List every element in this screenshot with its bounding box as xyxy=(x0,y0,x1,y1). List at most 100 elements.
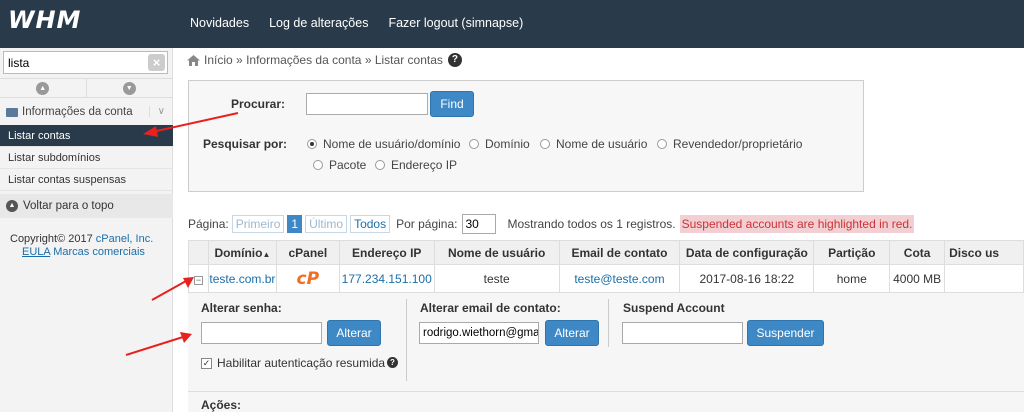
breadcrumb-separator: » xyxy=(236,53,243,67)
column-header-email[interactable]: Email de contato xyxy=(558,240,681,265)
page-first[interactable]: Primeiro xyxy=(231,215,285,233)
sidebar-item-list-accounts[interactable]: Listar contas xyxy=(0,125,173,147)
whm-logo[interactable]: WHM xyxy=(8,6,81,34)
digest-auth-label: Habilitar autenticação resumida xyxy=(217,356,386,370)
chevron-down-icon[interactable]: ∨ xyxy=(148,106,165,117)
nav-changelog-link[interactable]: Log de alterações xyxy=(269,16,368,30)
showing-records-text: Mostrando todos os 1 registros. xyxy=(507,217,676,231)
breadcrumb-separator: » xyxy=(364,53,372,67)
column-header-partition[interactable]: Partição xyxy=(813,240,891,265)
breadcrumb-current: Listar contas xyxy=(374,53,443,67)
trademarks-link[interactable]: Marcas comerciais xyxy=(53,246,145,258)
divider xyxy=(406,299,407,381)
arrow-up-icon: ▲ xyxy=(6,200,18,212)
chevron-up-icon: ▲ xyxy=(36,81,50,95)
column-header-setup-date[interactable]: Data de configuração xyxy=(679,240,815,265)
page-current[interactable]: 1 xyxy=(287,215,303,233)
search-panel: Procurar: Find Pesquisar por: Nome de us… xyxy=(188,80,864,192)
nav-logout-link[interactable]: Fazer logout (simnapse) xyxy=(388,16,523,30)
table-row: − teste.com.br cP 177.234.151.100 teste … xyxy=(188,264,1024,293)
username-cell: teste xyxy=(433,264,560,293)
sidebar-collapse-row: ▲ ▼ xyxy=(0,78,173,98)
radio-username-domain[interactable]: Nome de usuário/domínio xyxy=(307,137,460,151)
digest-auth-checkbox[interactable]: ✓ xyxy=(201,358,212,369)
collapse-up-button[interactable]: ▲ xyxy=(0,79,87,97)
sidebar-search-input[interactable] xyxy=(4,52,142,73)
radio-domain[interactable]: Domínio xyxy=(469,137,530,151)
expand-down-button[interactable]: ▼ xyxy=(87,79,173,97)
sidebar-item-list-subdomains[interactable]: Listar subdomínios xyxy=(0,147,173,169)
email-link[interactable]: teste@teste.com xyxy=(574,272,664,286)
sidebar-section-account-info[interactable]: Informações da conta ∨ xyxy=(0,100,173,124)
per-page-label: Por página: xyxy=(396,217,458,231)
domain-link[interactable]: teste.com.br xyxy=(209,272,275,286)
column-header-disk-used[interactable]: Disco us xyxy=(944,240,1024,265)
eula-link[interactable]: EULA xyxy=(22,246,50,258)
change-password-label: Alterar senha: xyxy=(201,301,282,315)
radio-ip-address[interactable]: Endereço IP xyxy=(375,158,457,172)
page-last[interactable]: Último xyxy=(305,215,348,233)
pagination-bar: Página: Primeiro 1 Último Todos Por pági… xyxy=(188,214,915,234)
divider xyxy=(188,391,1024,392)
suspended-note: Suspended accounts are highlighted in re… xyxy=(679,215,915,233)
row-expand-cell: − xyxy=(188,264,209,293)
help-icon[interactable]: ? xyxy=(447,53,462,67)
help-icon[interactable]: ? xyxy=(387,357,398,368)
change-email-input[interactable] xyxy=(419,322,539,344)
change-email-label: Alterar email de contato: xyxy=(420,301,561,315)
search-by-label: Pesquisar por: xyxy=(203,137,288,151)
actions-label: Ações: xyxy=(201,398,242,412)
account-info-icon xyxy=(6,107,18,117)
breadcrumb-parent[interactable]: Informações da conta xyxy=(246,53,361,67)
top-nav: Novidades Log de alterações Fazer logout… xyxy=(190,16,543,30)
page-label: Página: xyxy=(188,217,229,231)
radio-reseller-owner[interactable]: Revendedor/proprietário xyxy=(657,137,802,151)
home-icon xyxy=(187,54,200,66)
collapse-row-icon[interactable]: − xyxy=(193,275,203,285)
page-all[interactable]: Todos xyxy=(350,215,391,233)
sidebar-section-title: Informações da conta xyxy=(22,106,133,118)
radio-package[interactable]: Pacote xyxy=(313,158,366,172)
table-header-expand xyxy=(188,240,209,265)
find-input[interactable] xyxy=(306,93,428,115)
chevron-down-icon: ▼ xyxy=(122,81,136,95)
back-to-top-label: Voltar para o topo xyxy=(23,200,114,212)
change-password-button[interactable]: Alterar xyxy=(327,320,381,346)
suspend-account-label: Suspend Account xyxy=(623,301,725,315)
breadcrumb: Início » Informações da conta » Listar c… xyxy=(187,53,462,67)
accounts-table: Domínio▲ cPanel Endereço IP Nome de usuá… xyxy=(188,240,1024,293)
divider xyxy=(608,299,609,347)
sort-asc-icon: ▲ xyxy=(262,249,271,259)
sidebar: × ▲ ▼ Informações da conta ∨ Listar cont… xyxy=(0,48,173,412)
setup-date-cell: 2017-08-16 18:22 xyxy=(679,264,815,293)
find-button[interactable]: Find xyxy=(430,91,474,117)
sidebar-search: × xyxy=(3,51,168,74)
suspend-button[interactable]: Suspender xyxy=(747,320,824,346)
quota-cell: 4000 MB xyxy=(889,264,946,293)
change-password-input[interactable] xyxy=(201,322,322,344)
table-header-row: Domínio▲ cPanel Endereço IP Nome de usuá… xyxy=(188,240,1024,265)
column-header-ip[interactable]: Endereço IP xyxy=(338,240,435,265)
cpanel-inc-link[interactable]: cPanel, Inc. xyxy=(96,233,153,245)
sidebar-item-list-suspended[interactable]: Listar contas suspensas xyxy=(0,169,173,191)
cpanel-icon[interactable]: cP xyxy=(297,269,320,289)
column-header-quota[interactable]: Cota xyxy=(889,240,946,265)
back-to-top-button[interactable]: ▲ Voltar para o topo xyxy=(0,194,173,218)
nav-news-link[interactable]: Novidades xyxy=(190,16,249,30)
change-email-button[interactable]: Alterar xyxy=(545,320,599,346)
per-page-input[interactable] xyxy=(461,214,496,234)
column-header-username[interactable]: Nome de usuário xyxy=(433,240,560,265)
ip-link[interactable]: 177.234.151.100 xyxy=(342,272,432,286)
copyright-text: Copyright© 2017 xyxy=(10,233,93,245)
account-details-panel: Alterar senha: Alterar ✓ Habilitar auten… xyxy=(188,292,1024,412)
column-header-domain[interactable]: Domínio▲ xyxy=(207,240,277,265)
find-label: Procurar: xyxy=(231,97,286,111)
copyright: Copyright© 2017 cPanel, Inc. EULA Marcas… xyxy=(10,233,170,259)
column-header-cpanel[interactable]: cPanel xyxy=(275,240,340,265)
suspend-reason-input[interactable] xyxy=(622,322,743,344)
radio-username[interactable]: Nome de usuário xyxy=(540,137,647,151)
top-bar: WHM Novidades Log de alterações Fazer lo… xyxy=(0,0,1024,48)
breadcrumb-home[interactable]: Início xyxy=(204,53,233,67)
clear-search-icon[interactable]: × xyxy=(148,54,165,71)
disk-used-cell xyxy=(944,264,1024,293)
